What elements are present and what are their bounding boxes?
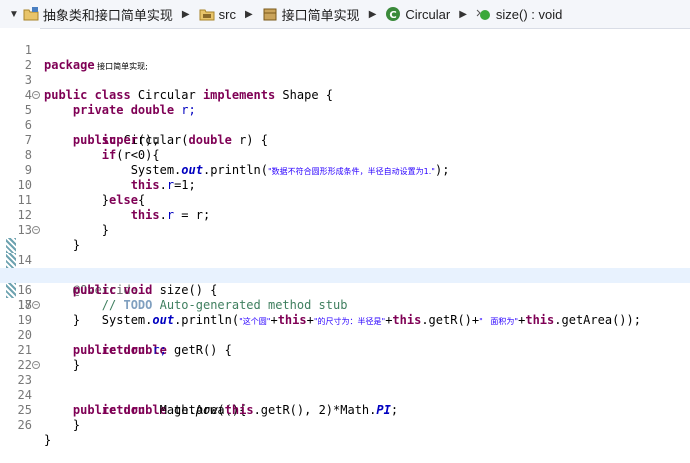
chevron-right-icon: ▶ [244, 8, 253, 20]
code-lines: 1 package 接口简单实现; 2 3 public class Circu… [0, 28, 690, 447]
collapse-fold-icon[interactable]: − [32, 301, 40, 309]
line-number: 26 [17, 418, 32, 432]
breadcrumb-class[interactable]: C Circular [382, 3, 453, 25]
code-line[interactable]: 8 System.out.println("数据不符合圆形形成条件，半径自动设置… [0, 133, 690, 177]
code-line[interactable]: 4 private double r; [0, 73, 690, 117]
svg-text:C: C [390, 10, 397, 21]
class-icon: C [386, 7, 401, 21]
code-line[interactable]: 16 // TODO Auto-generated method stub [0, 253, 690, 312]
collapse-fold-icon[interactable]: − [32, 361, 40, 369]
code-line[interactable]: 19 − public double getR() { [0, 298, 690, 357]
code-line[interactable]: 22 [0, 343, 690, 372]
breadcrumb-class-label: Circular [405, 6, 451, 22]
code-token: } [44, 433, 52, 447]
code-line[interactable]: 2 [0, 43, 690, 72]
code-line[interactable]: 9 this.r=1; [0, 148, 690, 192]
project-icon [23, 7, 39, 21]
code-line[interactable]: 12 } [0, 193, 690, 237]
breadcrumb-method[interactable]: size() : void [473, 3, 565, 25]
current-code-line[interactable]: 17 System.out.println("这个圆"+this+"的尺寸为：半… [0, 268, 690, 327]
collapse-fold-icon[interactable]: − [32, 226, 40, 234]
code-line[interactable]: 13 } [0, 208, 690, 252]
chevron-right-icon: ▶ [459, 8, 467, 20]
breadcrumb-bar: ▼ 抽象类和接口简单实现 ▶ src ▶ 接口简单实现 ▶ C Circular… [0, 0, 690, 29]
code-line[interactable]: 7 if(r<0){ [0, 118, 690, 162]
expand-arrow-icon[interactable]: ▼ [9, 9, 19, 20]
code-line[interactable]: 20 return r; [0, 313, 690, 357]
code-line[interactable]: 14 − @Override [0, 223, 690, 297]
code-line[interactable]: 24 return Math.pow(this.getR(), 2)*Math.… [0, 373, 690, 417]
breadcrumb-package-label: 接口简单实现 [281, 7, 360, 23]
code-line[interactable]: 6 super(); [0, 103, 690, 147]
source-folder-icon [199, 9, 215, 21]
chevron-right-icon: ▶ [368, 8, 377, 20]
collapse-fold-icon[interactable]: − [32, 91, 40, 99]
code-line[interactable]: 26 } [0, 403, 690, 447]
code-line[interactable]: 18 } [0, 283, 690, 327]
breadcrumb-project-label: 抽象类和接口简单实现 [42, 7, 173, 23]
code-line[interactable]: 10 }else{ [0, 163, 690, 207]
breadcrumb-src-label: src [218, 6, 236, 22]
code-line[interactable]: 1 package 接口简单实现; [0, 28, 690, 72]
code-token: } [44, 418, 81, 432]
code-line[interactable]: 5 − public Circular(double r) { [0, 88, 690, 147]
code-line[interactable]: 23 − public double getArea(){ [0, 358, 690, 417]
chevron-right-icon: ▶ [181, 8, 190, 20]
code-line[interactable]: 25 } [0, 388, 690, 432]
breadcrumb-method-label: size() : void [495, 6, 563, 22]
breadcrumb-src[interactable]: src [196, 3, 239, 25]
breadcrumb-package[interactable]: 接口简单实现 [259, 3, 363, 25]
package-icon [263, 8, 277, 21]
method-icon [476, 9, 490, 20]
code-line[interactable]: 3 public class Circular implements Shape… [0, 58, 690, 102]
code-line[interactable]: 21 } [0, 328, 690, 372]
code-editor[interactable]: 1 package 接口简单实现; 2 3 public class Circu… [0, 28, 690, 447]
breadcrumb-project[interactable]: ▼ 抽象类和接口简单实现 [6, 3, 176, 25]
code-line[interactable]: 11 this.r = r; [0, 178, 690, 222]
code-line[interactable]: 15 public void size() { [0, 238, 690, 297]
